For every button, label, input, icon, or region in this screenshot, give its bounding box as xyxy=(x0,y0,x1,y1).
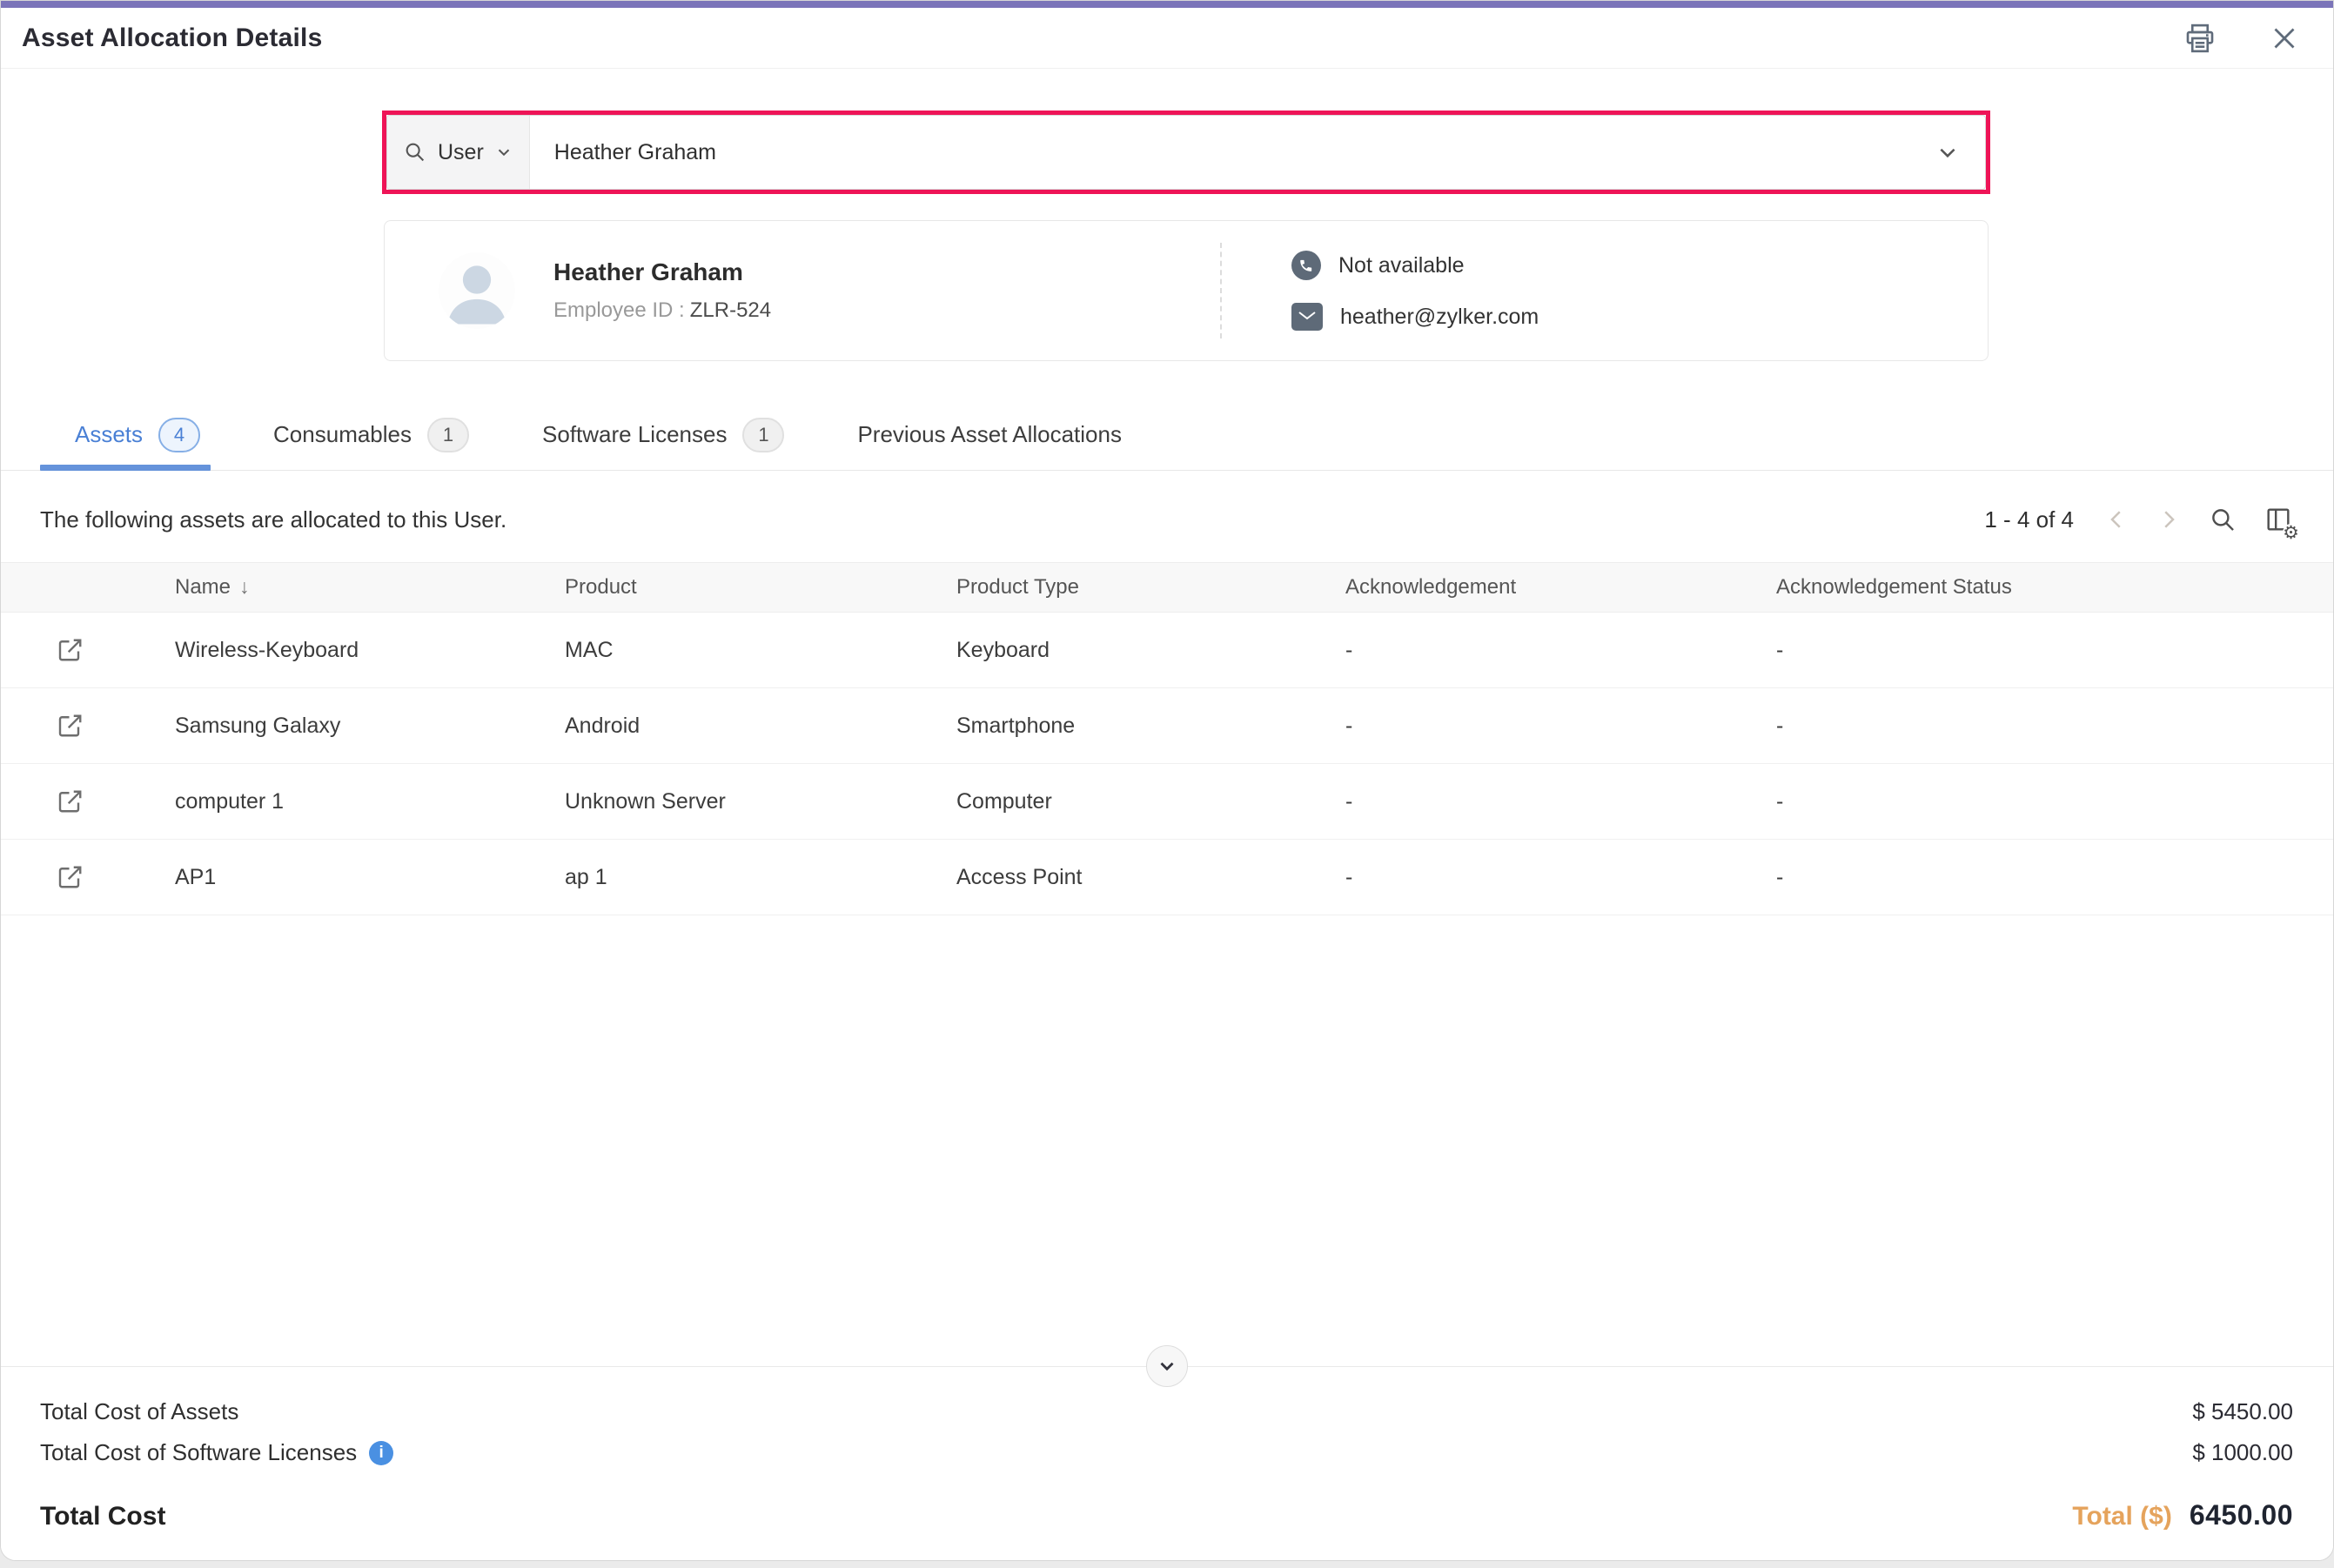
total-software-value: $ 1000.00 xyxy=(2192,1439,2293,1466)
window-accent-bar xyxy=(1,1,2333,8)
total-assets-value: $ 5450.00 xyxy=(2192,1398,2293,1425)
search-category-label: User xyxy=(438,140,484,165)
employee-id-value: ZLR-524 xyxy=(690,298,771,322)
column-settings-icon[interactable]: ⚙ xyxy=(2264,505,2293,534)
page-title: Asset Allocation Details xyxy=(22,23,322,53)
cell-product: Unknown Server xyxy=(565,789,956,814)
close-icon[interactable] xyxy=(2269,23,2300,54)
tab-assets-label: Assets xyxy=(75,421,143,448)
user-name: Heather Graham xyxy=(553,258,771,286)
search-icon xyxy=(403,140,427,164)
chevron-down-icon xyxy=(494,143,513,162)
table-row: AP1 ap 1 Access Point - - xyxy=(1,840,2333,915)
table-search-icon[interactable] xyxy=(2208,505,2237,534)
assets-panel-header: The following assets are allocated to th… xyxy=(40,488,2293,551)
cell-name: AP1 xyxy=(175,865,565,890)
tab-consumables[interactable]: Consumables 1 xyxy=(237,399,506,470)
total-software-label: Total Cost of Software Licenses xyxy=(40,1439,357,1466)
asset-allocation-modal: Asset Allocation Details xyxy=(0,0,2334,1561)
table-row: Wireless-Keyboard MAC Keyboard - - xyxy=(1,613,2333,688)
cell-acknowledgement-status: - xyxy=(1776,714,2333,739)
tab-software-licenses[interactable]: Software Licenses 1 xyxy=(506,399,821,470)
mail-icon xyxy=(1291,303,1323,331)
column-header-product-type[interactable]: Product Type xyxy=(956,575,1345,600)
panel-description: The following assets are allocated to th… xyxy=(40,506,506,533)
assets-table: Name Product Product Type Acknowledgemen… xyxy=(1,562,2333,915)
user-search-field: User xyxy=(386,115,1986,190)
search-input[interactable] xyxy=(530,116,1910,189)
tab-assets[interactable]: Assets 4 xyxy=(40,399,237,470)
gear-icon: ⚙ xyxy=(2283,524,2299,542)
cell-acknowledgement-status: - xyxy=(1776,638,2333,663)
open-asset-icon[interactable] xyxy=(55,786,86,817)
search-category-dropdown[interactable]: User xyxy=(387,116,530,189)
column-header-name[interactable]: Name xyxy=(175,575,565,600)
tab-software-licenses-badge: 1 xyxy=(742,418,784,452)
highlight-annotation: User xyxy=(382,111,1990,194)
contact-block: Not available heather@zylker.com xyxy=(1222,251,1988,331)
header-actions xyxy=(2182,20,2300,57)
cell-acknowledgement: - xyxy=(1345,638,1776,663)
info-icon[interactable] xyxy=(369,1441,393,1465)
grand-total-label: Total Cost xyxy=(40,1502,165,1531)
table-toolbar: 1 - 4 of 4 ⚙ xyxy=(1984,505,2293,534)
grand-total-row: Total Cost Total ($) 6450.00 xyxy=(40,1499,2293,1531)
cell-product-type: Smartphone xyxy=(956,714,1345,739)
employee-id-label: Employee ID : xyxy=(553,298,685,322)
grand-total-value: 6450.00 xyxy=(2190,1499,2293,1531)
email-value: heather@zylker.com xyxy=(1340,305,1539,330)
cell-name: computer 1 xyxy=(175,789,565,814)
open-asset-icon[interactable] xyxy=(55,861,86,893)
field-chevron-down-icon[interactable] xyxy=(1910,116,1985,189)
tab-previous-asset-allocations-label: Previous Asset Allocations xyxy=(857,421,1122,448)
table-row: Samsung Galaxy Android Smartphone - - xyxy=(1,688,2333,764)
cell-product-type: Keyboard xyxy=(956,638,1345,663)
avatar xyxy=(439,252,515,329)
prev-page-icon[interactable] xyxy=(2103,506,2129,533)
phone-icon xyxy=(1291,251,1321,280)
phone-row: Not available xyxy=(1291,251,1988,280)
sort-desc-icon xyxy=(239,575,250,598)
tab-assets-badge: 4 xyxy=(158,418,200,452)
tab-previous-asset-allocations[interactable]: Previous Asset Allocations xyxy=(821,399,1158,470)
total-assets-label: Total Cost of Assets xyxy=(40,1398,238,1425)
tab-bar: Assets 4 Consumables 1 Software Licenses… xyxy=(1,399,2333,471)
open-asset-icon[interactable] xyxy=(55,710,86,741)
cell-product-type: Computer xyxy=(956,789,1345,814)
cell-acknowledgement: - xyxy=(1345,865,1776,890)
grand-total-currency-label: Total ($) xyxy=(2072,1502,2171,1531)
cell-product-type: Access Point xyxy=(956,865,1345,890)
total-assets-row: Total Cost of Assets $ 5450.00 xyxy=(40,1398,2293,1425)
cell-product: MAC xyxy=(565,638,956,663)
collapse-footer-button[interactable] xyxy=(1146,1345,1188,1387)
cost-summary-footer: Total Cost of Assets $ 5450.00 Total Cos… xyxy=(1,1366,2333,1560)
employee-id: Employee ID :ZLR-524 xyxy=(553,298,771,323)
total-software-row: Total Cost of Software Licenses $ 1000.0… xyxy=(40,1439,2293,1466)
phone-value: Not available xyxy=(1338,253,1465,278)
print-icon[interactable] xyxy=(2182,20,2218,57)
tab-consumables-label: Consumables xyxy=(273,421,412,448)
tab-consumables-badge: 1 xyxy=(427,418,469,452)
cell-acknowledgement: - xyxy=(1345,789,1776,814)
tab-software-licenses-label: Software Licenses xyxy=(542,421,727,448)
email-row: heather@zylker.com xyxy=(1291,303,1988,331)
column-header-product[interactable]: Product xyxy=(565,575,956,600)
cell-product: ap 1 xyxy=(565,865,956,890)
cell-acknowledgement: - xyxy=(1345,714,1776,739)
cell-name: Samsung Galaxy xyxy=(175,714,565,739)
cell-acknowledgement-status: - xyxy=(1776,865,2333,890)
column-header-acknowledgement[interactable]: Acknowledgement xyxy=(1345,575,1776,600)
user-summary-card: Heather Graham Employee ID :ZLR-524 Not … xyxy=(384,220,1989,361)
cell-acknowledgement-status: - xyxy=(1776,789,2333,814)
table-header-row: Name Product Product Type Acknowledgemen… xyxy=(1,562,2333,613)
open-asset-icon[interactable] xyxy=(55,634,86,666)
next-page-icon[interactable] xyxy=(2156,506,2182,533)
cell-product: Android xyxy=(565,714,956,739)
modal-header: Asset Allocation Details xyxy=(1,8,2333,69)
cell-name: Wireless-Keyboard xyxy=(175,638,565,663)
user-identity: Heather Graham Employee ID :ZLR-524 xyxy=(553,258,771,323)
table-row: computer 1 Unknown Server Computer - - xyxy=(1,764,2333,840)
pagination-label: 1 - 4 of 4 xyxy=(1984,506,2074,533)
column-header-acknowledgement-status[interactable]: Acknowledgement Status xyxy=(1776,575,2333,600)
